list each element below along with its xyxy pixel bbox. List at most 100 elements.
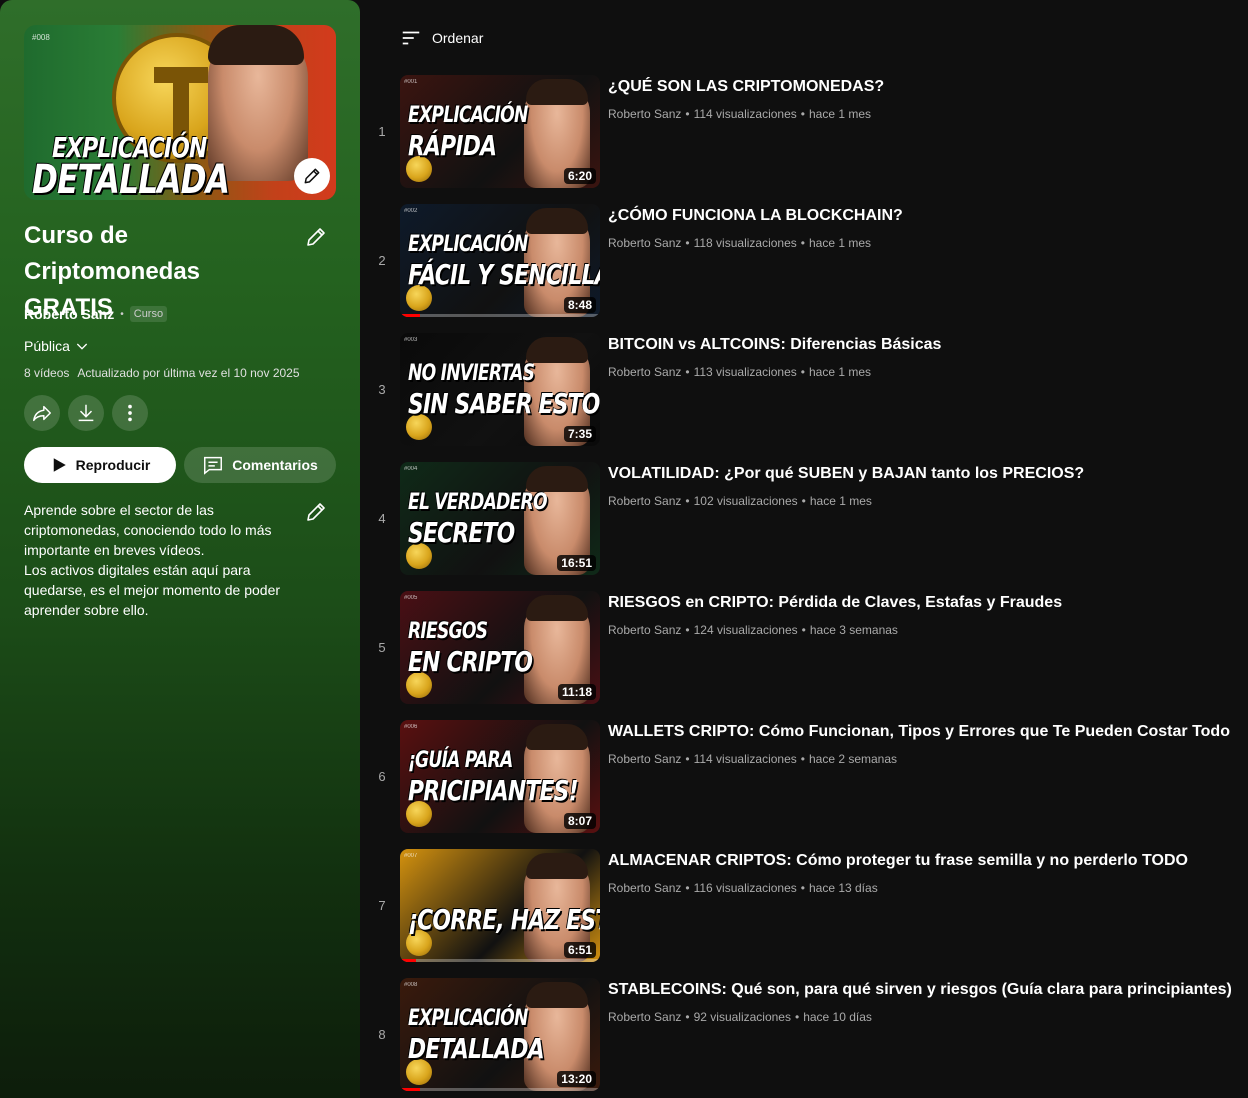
thumbnail-text-line2: DETALLADA <box>32 157 230 200</box>
video-title[interactable]: BITCOIN vs ALTCOINS: Diferencias Básicas <box>608 335 941 355</box>
video-duration: 8:48 <box>563 297 596 313</box>
edit-thumbnail-button[interactable] <box>294 158 330 194</box>
video-thumbnail[interactable]: #007 ¡CORRE, HAZ ESTO! 6:51 <box>400 849 600 962</box>
pencil-icon <box>304 168 320 184</box>
thumbnail-text-line1: EXPLICACIÓN <box>408 232 528 257</box>
last-updated: Actualizado por última vez el 10 nov 202… <box>77 366 300 380</box>
video-views: 113 visualizaciones <box>693 365 797 379</box>
more-options-button[interactable] <box>112 395 148 431</box>
playlist-type-badge: Curso <box>129 306 168 322</box>
play-icon <box>53 458 66 472</box>
video-title[interactable]: VOLATILIDAD: ¿Por qué SUBEN y BAJAN tant… <box>608 464 1084 484</box>
edit-title-button[interactable] <box>304 225 328 254</box>
playlist-video-row[interactable]: 6 #006 ¡GUÍA PARA PRICIPIANTES! 8:07 WAL… <box>370 720 1240 833</box>
play-all-label: Reproducir <box>75 457 151 473</box>
video-title[interactable]: ¿QUÉ SON LAS CRIPTOMONEDAS? <box>608 77 884 97</box>
thumbnail-text-line2: SECRETO <box>408 516 515 549</box>
privacy-label: Pública <box>24 338 70 354</box>
playlist-video-row[interactable]: 1 #001 EXPLICACIÓN RÁPIDA 6:20 ¿QUÉ SON … <box>370 75 1240 188</box>
video-channel[interactable]: Roberto Sanz <box>608 752 681 766</box>
video-views: 124 visualizaciones <box>693 623 798 637</box>
video-channel[interactable]: Roberto Sanz <box>608 365 681 379</box>
video-age: hace 1 mes <box>809 494 872 508</box>
video-age: hace 3 semanas <box>809 623 898 637</box>
edit-description-button[interactable] <box>304 500 328 529</box>
comments-label: Comentarios <box>232 457 318 473</box>
download-icon <box>78 404 94 422</box>
video-thumbnail[interactable]: #001 EXPLICACIÓN RÁPIDA 6:20 <box>400 75 600 188</box>
video-age: hace 1 mes <box>808 107 872 121</box>
playlist-video-row[interactable]: 8 #008 EXPLICACIÓN DETALLADA 13:20 STABL… <box>370 978 1240 1091</box>
playlist-video-row[interactable]: 7 #007 ¡CORRE, HAZ ESTO! 6:51 ALMACENAR … <box>370 849 1240 962</box>
video-views: 118 visualizaciones <box>693 236 797 250</box>
pencil-icon <box>307 228 325 246</box>
video-views: 116 visualizaciones <box>693 881 797 895</box>
video-thumbnail[interactable]: #004 EL VERDADERO SECRETO 16:51 <box>400 462 600 575</box>
sort-button[interactable]: Ordenar <box>400 27 483 49</box>
video-views: 102 visualizaciones <box>693 494 798 508</box>
share-button[interactable] <box>24 395 60 431</box>
thumbnail-text-line1: NO INVIERTAS <box>408 361 535 386</box>
video-channel[interactable]: Roberto Sanz <box>608 236 681 250</box>
video-title[interactable]: RIESGOS en CRIPTO: Pérdida de Claves, Es… <box>608 593 1062 613</box>
video-meta: Roberto Sanz • 102 visualizaciones • hac… <box>608 494 872 508</box>
video-channel[interactable]: Roberto Sanz <box>608 881 681 895</box>
thumbnail-text-line1: RIESGOS <box>408 619 488 644</box>
video-age: hace 1 mes <box>808 236 872 250</box>
video-duration: 6:20 <box>563 168 596 184</box>
play-all-button[interactable]: Reproducir <box>24 447 176 483</box>
download-button[interactable] <box>68 395 104 431</box>
video-title[interactable]: STABLECOINS: Qué son, para qué sirven y … <box>608 980 1232 1000</box>
video-channel[interactable]: Roberto Sanz <box>608 494 681 508</box>
video-thumbnail[interactable]: #002 EXPLICACIÓN FÁCIL Y SENCILLA 8:48 <box>400 204 600 317</box>
video-meta: Roberto Sanz • 114 visualizaciones • hac… <box>608 107 872 121</box>
thumbnail-tag: #001 <box>404 79 418 85</box>
video-index: 6 <box>378 769 386 784</box>
thumbnail-tag: #005 <box>404 595 418 601</box>
share-icon <box>33 405 51 422</box>
video-index: 1 <box>378 124 386 139</box>
playlist-thumbnail[interactable]: #008 EXPLICACIÓN DETALLADA <box>24 25 336 200</box>
video-index: 5 <box>378 640 386 655</box>
video-channel[interactable]: Roberto Sanz <box>608 107 681 121</box>
playlist-description: Aprende sobre el sector de las criptomon… <box>24 502 281 618</box>
thumbnail-text-line2: EN CRIPTO <box>408 645 533 678</box>
video-age: hace 13 días <box>808 881 878 895</box>
thumbnail-tag: #008 <box>404 982 418 988</box>
video-meta: Roberto Sanz • 124 visualizaciones • hac… <box>608 623 898 637</box>
video-title[interactable]: WALLETS CRIPTO: Cómo Funcionan, Tipos y … <box>608 722 1230 742</box>
chevron-down-icon <box>76 343 88 350</box>
playlist-video-row[interactable]: 4 #004 EL VERDADERO SECRETO 16:51 VOLATI… <box>370 462 1240 575</box>
video-thumbnail[interactable]: #005 RIESGOS EN CRIPTO 11:18 <box>400 591 600 704</box>
privacy-dropdown[interactable]: Pública <box>24 338 90 354</box>
playlist-video-row[interactable]: 3 #003 NO INVIERTAS SIN SABER ESTO 7:35 … <box>370 333 1240 446</box>
thumbnail-text-line1: EXPLICACIÓN <box>408 103 528 128</box>
watch-progress-bar <box>400 314 420 317</box>
video-channel[interactable]: Roberto Sanz <box>608 623 681 637</box>
video-duration: 11:18 <box>557 684 596 700</box>
video-views: 92 visualizaciones <box>693 1010 791 1024</box>
owner-name[interactable]: Roberto Sanz <box>24 306 114 322</box>
video-thumbnail[interactable]: #006 ¡GUÍA PARA PRICIPIANTES! 8:07 <box>400 720 600 833</box>
video-index: 3 <box>378 382 386 397</box>
thumbnail-text-line1: EXPLICACIÓN <box>408 1006 528 1031</box>
video-views: 114 visualizaciones <box>693 107 797 121</box>
playlist-video-row[interactable]: 5 #005 RIESGOS EN CRIPTO 11:18 RIESGOS e… <box>370 591 1240 704</box>
video-channel[interactable]: Roberto Sanz <box>608 1010 681 1024</box>
video-age: hace 2 semanas <box>808 752 898 766</box>
pencil-icon <box>307 503 325 521</box>
video-title[interactable]: ALMACENAR CRIPTOS: Cómo proteger tu fras… <box>608 851 1188 871</box>
playlist-video-row[interactable]: 2 #002 EXPLICACIÓN FÁCIL Y SENCILLA 8:48… <box>370 204 1240 317</box>
video-thumbnail[interactable]: #008 EXPLICACIÓN DETALLADA 13:20 <box>400 978 600 1091</box>
video-thumbnail[interactable]: #003 NO INVIERTAS SIN SABER ESTO 7:35 <box>400 333 600 446</box>
comments-button[interactable]: Comentarios <box>184 447 336 483</box>
video-meta: Roberto Sanz • 113 visualizaciones • hac… <box>608 365 872 379</box>
thumbnail-tag: #002 <box>404 208 418 214</box>
comment-icon <box>204 456 223 475</box>
video-meta: Roberto Sanz • 118 visualizaciones • hac… <box>608 236 872 250</box>
sort-icon <box>402 31 420 45</box>
video-age: hace 10 días <box>803 1010 872 1024</box>
video-index: 8 <box>378 1027 386 1042</box>
video-duration: 7:35 <box>563 426 596 442</box>
video-title[interactable]: ¿CÓMO FUNCIONA LA BLOCKCHAIN? <box>608 206 903 226</box>
